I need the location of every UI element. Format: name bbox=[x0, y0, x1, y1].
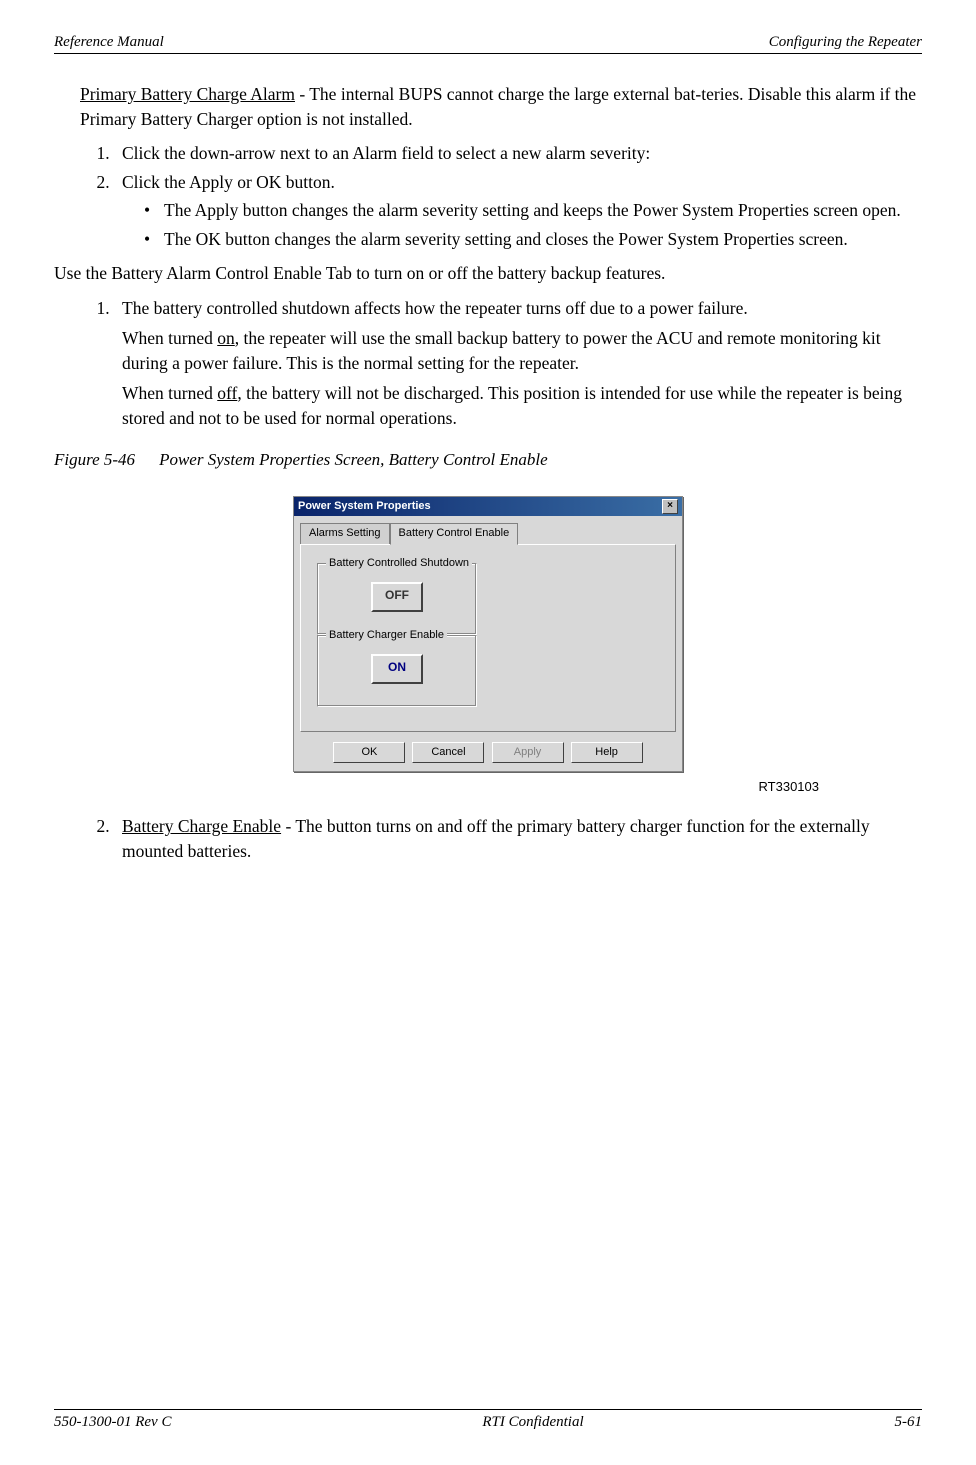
cancel-button[interactable]: Cancel bbox=[412, 742, 484, 763]
figure-image: Power System Properties × Alarms Setting… bbox=[54, 496, 922, 772]
footer-left: 550-1300-01 Rev C bbox=[54, 1414, 171, 1431]
list-item: The battery controlled shutdown affects … bbox=[114, 296, 922, 431]
text: Click the down-arrow next to an Alarm fi… bbox=[122, 143, 650, 163]
text: The battery controlled shutdown affects … bbox=[122, 298, 748, 318]
apply-button[interactable]: Apply bbox=[492, 742, 564, 763]
tab-strip: Alarms SettingBattery Control Enable bbox=[294, 516, 682, 543]
list-item: The Apply button changes the alarm sever… bbox=[144, 198, 922, 223]
help-button[interactable]: Help bbox=[571, 742, 643, 763]
text: When turned bbox=[122, 383, 217, 403]
tab-panel: Battery Controlled Shutdown OFF Battery … bbox=[300, 544, 676, 732]
text: , the battery will not be discharged. Th… bbox=[122, 383, 902, 428]
term-primary-battery: Primary Battery Charge Alarm bbox=[80, 84, 295, 104]
figure-number: Figure 5-46 bbox=[54, 450, 135, 469]
dialog-power-system-properties: Power System Properties × Alarms Setting… bbox=[293, 496, 683, 772]
group-battery-charger-enable: Battery Charger Enable ON bbox=[317, 635, 477, 707]
toggle-charger[interactable]: ON bbox=[371, 654, 423, 684]
group-label: Battery Controlled Shutdown bbox=[326, 556, 472, 571]
text: The OK button changes the alarm severity… bbox=[164, 229, 848, 249]
text: When turned bbox=[122, 328, 217, 348]
ok-button[interactable]: OK bbox=[333, 742, 405, 763]
ordered-list-3: Battery Charge Enable - The button turns… bbox=[80, 814, 922, 863]
ordered-list-2: The battery controlled shutdown affects … bbox=[80, 296, 922, 431]
sub-paragraph-on: When turned on, the repeater will use th… bbox=[122, 326, 922, 375]
tab-alarms-setting[interactable]: Alarms Setting bbox=[300, 523, 390, 543]
list-item: Click the Apply or OK button. The Apply … bbox=[114, 170, 922, 252]
header-right: Configuring the Repeater bbox=[769, 34, 922, 51]
list-item: Battery Charge Enable - The button turns… bbox=[114, 814, 922, 863]
header-left: Reference Manual bbox=[54, 34, 164, 51]
close-button[interactable]: × bbox=[662, 499, 678, 514]
dialog-button-row: OK Cancel Apply Help bbox=[294, 738, 682, 771]
term-battery-charge-enable: Battery Charge Enable bbox=[122, 816, 281, 836]
footer-center: RTI Confidential bbox=[482, 1414, 583, 1431]
group-battery-controlled-shutdown: Battery Controlled Shutdown OFF bbox=[317, 563, 477, 635]
page-header: Reference Manual Configuring the Repeate… bbox=[54, 34, 922, 54]
sub-paragraph-off: When turned off, the battery will not be… bbox=[122, 381, 922, 430]
group-label: Battery Charger Enable bbox=[326, 628, 447, 643]
text: Click the Apply or OK button. bbox=[122, 172, 335, 192]
tab-battery-control-enable[interactable]: Battery Control Enable bbox=[390, 523, 519, 544]
figure-reference-number: RT330103 bbox=[157, 778, 819, 796]
dialog-title: Power System Properties bbox=[298, 499, 431, 514]
term-on: on bbox=[217, 328, 235, 348]
figure-caption: Figure 5-46 Power System Properties Scree… bbox=[54, 448, 922, 472]
term-off: off bbox=[217, 383, 237, 403]
footer-right: 5-61 bbox=[894, 1414, 922, 1431]
paragraph-primary-battery: Primary Battery Charge Alarm - The inter… bbox=[80, 82, 922, 131]
text: , the repeater will use the small backup… bbox=[122, 328, 881, 373]
dialog-titlebar: Power System Properties × bbox=[294, 497, 682, 516]
page-footer: 550-1300-01 Rev C RTI Confidential 5-61 bbox=[54, 1409, 922, 1431]
ordered-list-1: Click the down-arrow next to an Alarm fi… bbox=[80, 141, 922, 251]
text: The Apply button changes the alarm sever… bbox=[164, 200, 901, 220]
list-item: The OK button changes the alarm severity… bbox=[144, 227, 922, 252]
toggle-shutdown[interactable]: OFF bbox=[371, 582, 423, 612]
figure-title: Power System Properties Screen, Battery … bbox=[159, 450, 548, 469]
list-item: Click the down-arrow next to an Alarm fi… bbox=[114, 141, 922, 166]
bullet-list: The Apply button changes the alarm sever… bbox=[122, 198, 922, 251]
paragraph-use-tab: Use the Battery Alarm Control Enable Tab… bbox=[54, 261, 922, 286]
body: Primary Battery Charge Alarm - The inter… bbox=[54, 82, 922, 863]
